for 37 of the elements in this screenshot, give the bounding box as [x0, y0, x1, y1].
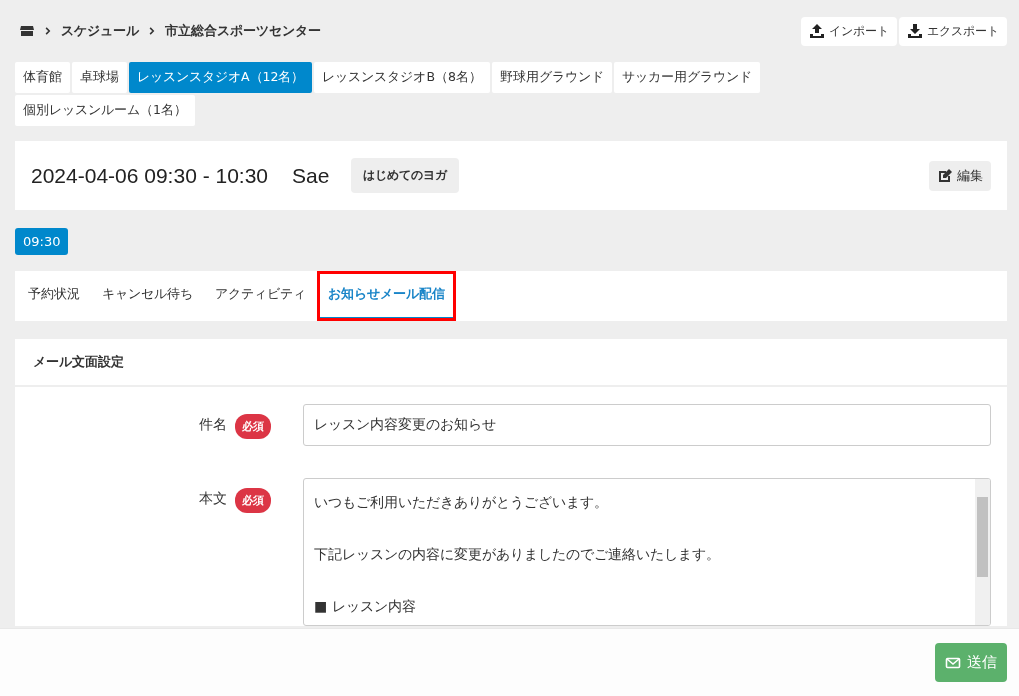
edit-button[interactable]: 編集 [929, 160, 991, 191]
tab[interactable]: アクティビティ [204, 271, 317, 321]
chevron-icon [147, 26, 157, 36]
chevron-icon [43, 26, 53, 36]
lesson-tag: はじめてのヨガ [351, 158, 460, 193]
tab[interactable]: 予約状況 [17, 271, 91, 321]
body-text-line: 下記レッスンの内容に変更がありましたのでご連絡いたします。 [314, 545, 721, 564]
body-text-line: ■ レッスン内容 [314, 597, 417, 616]
required-badge: 必須 [235, 414, 271, 439]
time-slot-button[interactable]: 09:30 [15, 228, 69, 255]
section-title: メール文面設定 [15, 339, 1007, 387]
event-datetime: 2024-04-06 09:30 - 10:30 [31, 163, 269, 188]
facility-tab[interactable]: レッスンスタジオA（12名） [129, 62, 313, 93]
instructor-name: Sae [292, 163, 330, 188]
import-button[interactable]: インポート [801, 16, 897, 46]
facility-tab[interactable]: 卓球場 [72, 62, 127, 93]
download-icon [907, 23, 923, 39]
scrollbar[interactable] [975, 479, 990, 625]
field-label: 件名 [199, 415, 227, 434]
breadcrumb-link[interactable]: 市立総合スポーツセンター [165, 22, 321, 40]
export-button[interactable]: エクスポート [899, 16, 1007, 46]
edit-icon [937, 167, 953, 184]
facility-tab[interactable]: サッカー用グラウンド [614, 62, 760, 93]
body-text-line: いつもご利用いただきありがとうございます。 [314, 493, 609, 512]
breadcrumb-link[interactable]: スケジュール [61, 22, 139, 40]
required-badge: 必須 [235, 488, 271, 513]
upload-icon [809, 23, 825, 39]
tab[interactable]: キャンセル待ち [91, 271, 204, 321]
facility-tab[interactable]: レッスンスタジオB（8名） [314, 62, 490, 93]
field-label: 本文 [199, 489, 227, 508]
facility-tab[interactable]: 体育館 [15, 62, 70, 93]
body-field[interactable]: いつもご利用いただきありがとうございます。 下記レッスンの内容に変更がありましたのでご連絡いたします。 ■ レッスン内容 [303, 478, 991, 626]
facility-tab[interactable]: 個別レッスンルーム（1名） [15, 95, 195, 126]
tab[interactable]: お知らせメール配信 [317, 271, 456, 321]
facility-tab[interactable]: 野球用グラウンド [492, 62, 612, 93]
subject-field[interactable]: レッスン内容変更のお知らせ [303, 404, 991, 446]
store-icon [19, 23, 35, 39]
